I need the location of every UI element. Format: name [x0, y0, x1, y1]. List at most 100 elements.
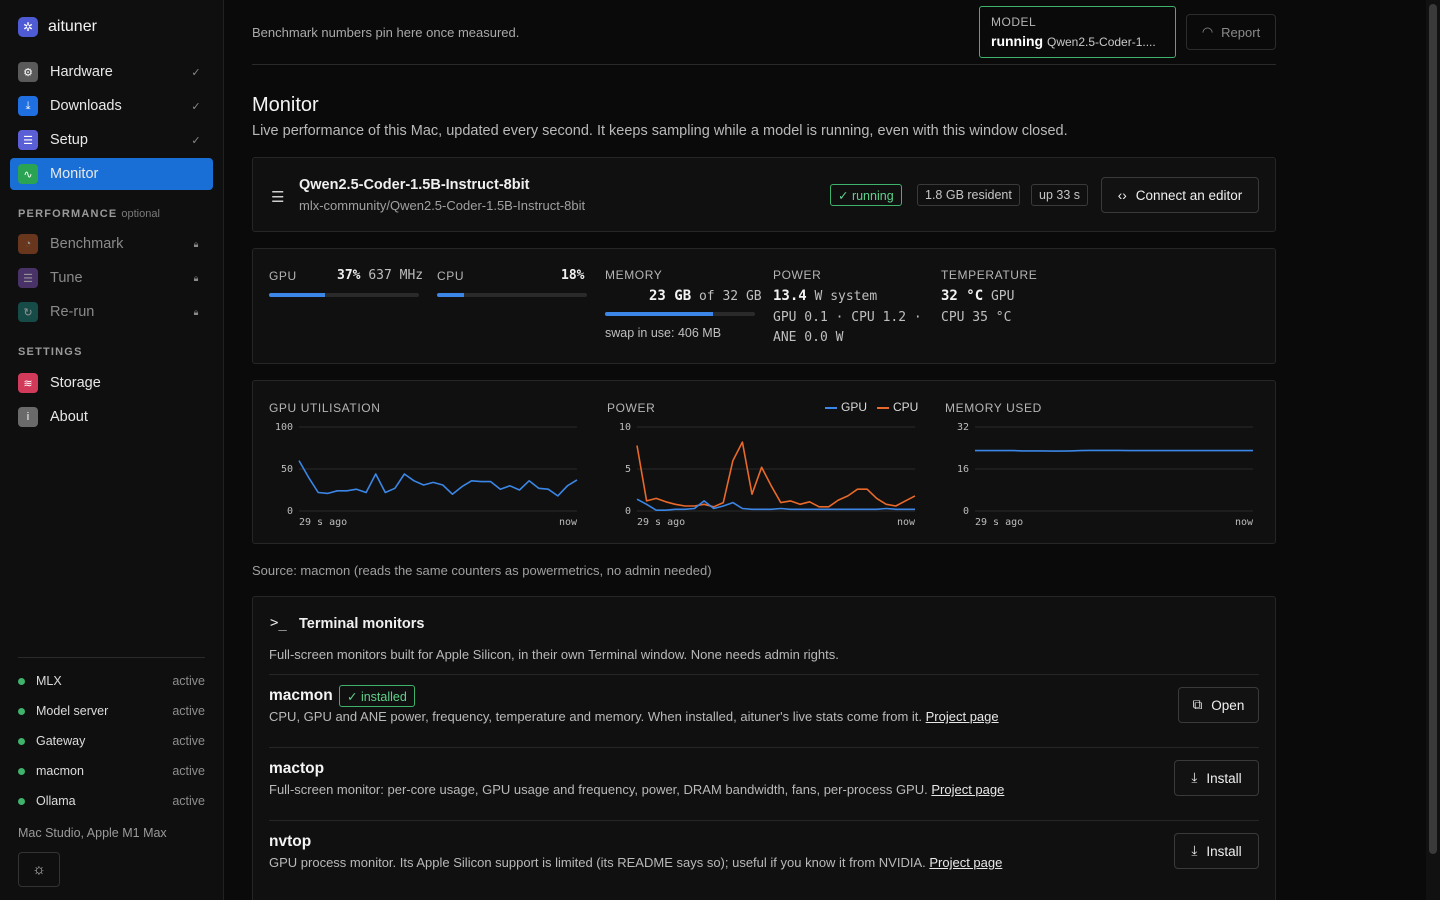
lock-icon: 🔒︎ [193, 272, 199, 283]
tool-description-text: CPU, GPU and ANE power, frequency, tempe… [269, 709, 922, 724]
memory-stat-value: 23 GB of 32 GB [649, 288, 762, 304]
series-line-0 [298, 460, 578, 497]
service-status-row: Model server active [18, 704, 205, 718]
sidebar-divider [18, 657, 205, 658]
x-tick-label-start: 29 s ago [637, 517, 685, 528]
terminal-monitors-title: Terminal monitors [299, 616, 425, 632]
series-line-0 [975, 449, 1253, 452]
setup-icon: ☰ [18, 130, 38, 150]
model-repo: mlx-community/Qwen2.5-Coder-1.5B-Instruc… [299, 198, 586, 213]
gpu-chart-title: GPU UTILISATION [269, 401, 381, 415]
activity-icon: ∿ [18, 164, 38, 184]
project-page-link[interactable]: Project page [926, 709, 999, 724]
sidebar-item-label: Hardware [50, 64, 113, 80]
macmon-open-button[interactable]: ⧉ Open [1178, 687, 1259, 723]
tool-description-text: Full-screen monitor: per-core usage, GPU… [269, 782, 928, 797]
database-icon: ≋ [18, 373, 38, 393]
legend-gpu: GPU [825, 400, 867, 414]
sidebar-item-label: Storage [50, 375, 101, 391]
uptime-badge: up 33 s [1031, 184, 1089, 206]
sliders-icon: ☰ [18, 268, 38, 288]
lock-icon: 🔒︎ [193, 238, 199, 249]
gpu-bar [269, 293, 419, 297]
running-badge: ✓ running [830, 184, 902, 206]
download-icon: ⤓ [1191, 770, 1198, 785]
status-dot-icon [18, 677, 25, 685]
x-tick-label-start: 29 s ago [299, 517, 347, 528]
connect-editor-button[interactable]: ‹› Connect an editor [1101, 177, 1259, 213]
power-chart-title: POWER [607, 401, 656, 415]
service-name: Ollama [36, 794, 76, 808]
check-icon: ✓ [191, 134, 201, 147]
benchmark-hint: Benchmark numbers pin here once measured… [252, 25, 520, 40]
download-icon: ⤓ [18, 96, 38, 116]
sidebar-item-label: Monitor [50, 166, 99, 182]
legend-cpu: CPU [877, 400, 918, 414]
sidebar-item-tune[interactable]: ☰ Tune 🔒︎ [10, 262, 213, 294]
status-dot-icon [18, 797, 25, 805]
service-name: Gateway [36, 734, 86, 748]
project-page-link[interactable]: Project page [929, 855, 1002, 870]
x-tick-label-end: now [559, 517, 578, 528]
sidebar-item-label: Re-run [50, 304, 95, 320]
tool-divider [269, 820, 1259, 821]
nvtop-install-button[interactable]: ⤓ Install [1174, 833, 1259, 869]
brand[interactable]: ✲ aituner [18, 17, 97, 37]
sidebar-item-setup[interactable]: ☰ Setup ✓ [10, 124, 213, 156]
model-chip-value: running Qwen2.5-Coder-1.... [991, 33, 1156, 49]
project-page-link[interactable]: Project page [931, 782, 1004, 797]
service-status: active [172, 704, 205, 718]
sidebar-item-downloads[interactable]: ⤓ Downloads ✓ [10, 90, 213, 122]
tool-description: CPU, GPU and ANE power, frequency, tempe… [269, 709, 999, 724]
service-name: macmon [36, 764, 84, 778]
power-breakdown-line2: ANE 0.0 W [773, 330, 844, 345]
sidebar-item-label: Setup [50, 132, 88, 148]
info-icon: i [18, 407, 38, 427]
lock-icon: 🔒︎ [193, 306, 199, 317]
tool-name-macmon: macmon [269, 687, 333, 704]
cpu-icon: ⚙ [18, 62, 38, 82]
button-label: Install [1206, 770, 1242, 786]
refresh-icon: ↻ [18, 302, 38, 322]
sidebar-item-benchmark[interactable]: ◔ Benchmark 🔒︎ [10, 228, 213, 260]
mactop-install-button[interactable]: ⤓ Install [1174, 760, 1259, 796]
tool-divider [269, 674, 1259, 675]
running-model-card: ☰ Qwen2.5-Coder-1.5B-Instruct-8bit mlx-c… [252, 157, 1276, 232]
data-source-note: Source: macmon (reads the same counters … [252, 563, 712, 578]
report-button[interactable]: ◠ Report [1186, 14, 1276, 50]
memory-stat-label: MEMORY [605, 268, 663, 282]
page-subtitle: Live performance of this Mac, updated ev… [252, 123, 1068, 139]
scrollbar-thumb[interactable] [1429, 4, 1437, 854]
sidebar-item-hardware[interactable]: ⚙ Hardware ✓ [10, 56, 213, 88]
service-status: active [172, 674, 205, 688]
status-dot-icon [18, 737, 25, 745]
service-status-row: MLX active [18, 674, 205, 688]
service-name: MLX [36, 674, 62, 688]
service-status-row: macmon active [18, 764, 205, 778]
service-status: active [172, 764, 205, 778]
sidebar-item-storage[interactable]: ≋ Storage [10, 367, 213, 399]
model-chip-label: MODEL [991, 15, 1037, 29]
sidebar-item-monitor[interactable]: ∿ Monitor [10, 158, 213, 190]
x-tick-label-start: 29 s ago [975, 517, 1023, 528]
sidebar-item-label: Downloads [50, 98, 122, 114]
power-breakdown-line1: GPU 0.1 · CPU 1.2 · [773, 310, 922, 325]
model-status-chip[interactable]: MODEL running Qwen2.5-Coder-1.... [979, 6, 1176, 58]
memory-used-chart: 0 16 32 29 s ago now [957, 422, 1254, 528]
theme-toggle-button[interactable]: ☼ [18, 852, 60, 887]
sidebar-item-rerun[interactable]: ↻ Re-run 🔒︎ [10, 296, 213, 328]
service-status-row: Ollama active [18, 794, 205, 808]
power-stat-label: POWER [773, 268, 822, 282]
terminal-icon: >_ [270, 615, 287, 631]
sidebar-item-about[interactable]: i About [10, 401, 213, 433]
charts-card: GPU UTILISATION POWER GPU CPU MEMORY USE… [252, 380, 1276, 544]
installed-badge: ✓ installed [339, 685, 415, 707]
swap-label: swap in use: 406 MB [605, 326, 722, 340]
gpu-temperature-value: 32 °C GPU [941, 288, 1015, 304]
sidebar-item-label: Tune [50, 270, 83, 286]
gpu-stat-label: GPU [269, 269, 297, 283]
gauge-icon: ◠ [1201, 24, 1214, 39]
model-name: Qwen2.5-Coder-1.5B-Instruct-8bit [299, 177, 530, 193]
power-stat-value: 13.4 W system [773, 288, 878, 304]
x-tick-label-end: now [1235, 517, 1254, 528]
